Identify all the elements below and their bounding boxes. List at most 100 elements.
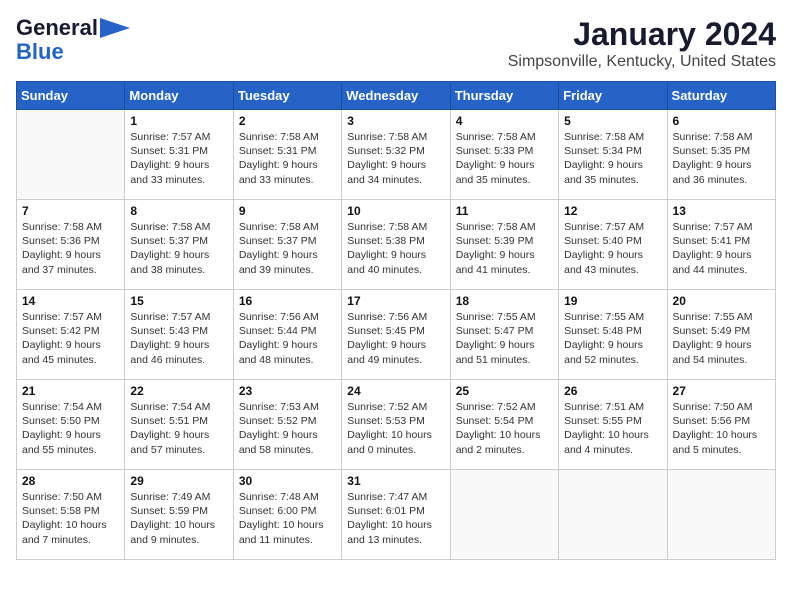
month-title: January 2024 xyxy=(508,16,776,53)
day-info: Sunrise: 7:58 AMSunset: 5:33 PMDaylight:… xyxy=(456,130,553,187)
calendar-cell: 23 Sunrise: 7:53 AMSunset: 5:52 PMDayligh… xyxy=(233,380,341,470)
calendar-cell xyxy=(450,470,558,560)
day-info: Sunrise: 7:58 AMSunset: 5:37 PMDaylight:… xyxy=(130,220,227,277)
day-number: 12 xyxy=(564,204,661,218)
day-info: Sunrise: 7:54 AMSunset: 5:50 PMDaylight:… xyxy=(22,400,119,457)
day-number: 24 xyxy=(347,384,444,398)
calendar-cell: 21 Sunrise: 7:54 AMSunset: 5:50 PMDayligh… xyxy=(17,380,125,470)
day-number: 22 xyxy=(130,384,227,398)
day-number: 29 xyxy=(130,474,227,488)
day-info: Sunrise: 7:58 AMSunset: 5:32 PMDaylight:… xyxy=(347,130,444,187)
day-info: Sunrise: 7:57 AMSunset: 5:42 PMDaylight:… xyxy=(22,310,119,367)
weekday-header-friday: Friday xyxy=(559,82,667,110)
calendar-week-5: 28Sunrise: 7:50 AMSunset: 5:58 PMDayligh… xyxy=(17,470,776,560)
day-info: Sunrise: 7:57 AMSunset: 5:43 PMDaylight:… xyxy=(130,310,227,367)
calendar-cell xyxy=(667,470,775,560)
day-info: Sunrise: 7:58 AMSunset: 5:37 PMDaylight:… xyxy=(239,220,336,277)
day-info: Sunrise: 7:51 AMSunset: 5:55 PMDaylight:… xyxy=(564,400,661,457)
day-info: Sunrise: 7:58 AMSunset: 5:34 PMDaylight:… xyxy=(564,130,661,187)
calendar-cell: 14 Sunrise: 7:57 AMSunset: 5:42 PMDayligh… xyxy=(17,290,125,380)
calendar-week-2: 7Sunrise: 7:58 AMSunset: 5:36 PMDaylight… xyxy=(17,200,776,290)
day-number: 2 xyxy=(239,114,336,128)
calendar-cell: 9 Sunrise: 7:58 AMSunset: 5:37 PMDaylight… xyxy=(233,200,341,290)
calendar-cell: 28Sunrise: 7:50 AMSunset: 5:58 PMDayligh… xyxy=(17,470,125,560)
calendar-cell: 16Sunrise: 7:56 AMSunset: 5:44 PMDayligh… xyxy=(233,290,341,380)
day-info: Sunrise: 7:55 AMSunset: 5:48 PMDaylight:… xyxy=(564,310,661,367)
day-info: Sunrise: 7:49 AMSunset: 5:59 PMDaylight:… xyxy=(130,490,227,547)
calendar-cell xyxy=(17,110,125,200)
day-info: Sunrise: 7:52 AMSunset: 5:54 PMDaylight:… xyxy=(456,400,553,457)
calendar-cell: 1 Sunrise: 7:57 AMSunset: 5:31 PMDaylight… xyxy=(125,110,233,200)
day-info: Sunrise: 7:56 AMSunset: 5:45 PMDaylight:… xyxy=(347,310,444,367)
day-number: 6 xyxy=(673,114,770,128)
calendar-cell xyxy=(559,470,667,560)
logo-blue-text: Blue xyxy=(16,40,64,64)
day-info: Sunrise: 7:53 AMSunset: 5:52 PMDaylight:… xyxy=(239,400,336,457)
day-number: 23 xyxy=(239,384,336,398)
title-area: January 2024 Simpsonville, Kentucky, Uni… xyxy=(508,16,776,71)
day-number: 13 xyxy=(673,204,770,218)
day-number: 11 xyxy=(456,204,553,218)
calendar-cell: 15 Sunrise: 7:57 AMSunset: 5:43 PMDayligh… xyxy=(125,290,233,380)
calendar-cell: 20 Sunrise: 7:55 AMSunset: 5:49 PMDayligh… xyxy=(667,290,775,380)
day-number: 25 xyxy=(456,384,553,398)
calendar-cell: 7Sunrise: 7:58 AMSunset: 5:36 PMDaylight… xyxy=(17,200,125,290)
day-number: 9 xyxy=(239,204,336,218)
day-info: Sunrise: 7:58 AMSunset: 5:36 PMDaylight:… xyxy=(22,220,119,277)
calendar-cell: 12 Sunrise: 7:57 AMSunset: 5:40 PMDayligh… xyxy=(559,200,667,290)
calendar-cell: 22 Sunrise: 7:54 AMSunset: 5:51 PMDayligh… xyxy=(125,380,233,470)
weekday-header-sunday: Sunday xyxy=(17,82,125,110)
calendar-cell: 18Sunrise: 7:55 AMSunset: 5:47 PMDayligh… xyxy=(450,290,558,380)
day-number: 19 xyxy=(564,294,661,308)
calendar-cell: 29 Sunrise: 7:49 AMSunset: 5:59 PMDayligh… xyxy=(125,470,233,560)
day-number: 26 xyxy=(564,384,661,398)
calendar-cell: 24 Sunrise: 7:52 AMSunset: 5:53 PMDayligh… xyxy=(342,380,450,470)
day-number: 15 xyxy=(130,294,227,308)
day-number: 14 xyxy=(22,294,119,308)
location-title: Simpsonville, Kentucky, United States xyxy=(508,53,776,71)
day-info: Sunrise: 7:56 AMSunset: 5:44 PMDaylight:… xyxy=(239,310,336,367)
calendar-week-1: 1 Sunrise: 7:57 AMSunset: 5:31 PMDaylight… xyxy=(17,110,776,200)
day-number: 18 xyxy=(456,294,553,308)
day-info: Sunrise: 7:57 AMSunset: 5:31 PMDaylight:… xyxy=(130,130,227,187)
day-number: 27 xyxy=(673,384,770,398)
day-info: Sunrise: 7:55 AMSunset: 5:49 PMDaylight:… xyxy=(673,310,770,367)
day-info: Sunrise: 7:58 AMSunset: 5:39 PMDaylight:… xyxy=(456,220,553,277)
calendar-cell: 11 Sunrise: 7:58 AMSunset: 5:39 PMDayligh… xyxy=(450,200,558,290)
day-number: 4 xyxy=(456,114,553,128)
calendar-cell: 2 Sunrise: 7:58 AMSunset: 5:31 PMDaylight… xyxy=(233,110,341,200)
day-info: Sunrise: 7:54 AMSunset: 5:51 PMDaylight:… xyxy=(130,400,227,457)
day-number: 3 xyxy=(347,114,444,128)
weekday-header-tuesday: Tuesday xyxy=(233,82,341,110)
calendar-cell: 13 Sunrise: 7:57 AMSunset: 5:41 PMDayligh… xyxy=(667,200,775,290)
day-number: 30 xyxy=(239,474,336,488)
calendar-cell: 10Sunrise: 7:58 AMSunset: 5:38 PMDayligh… xyxy=(342,200,450,290)
weekday-header-wednesday: Wednesday xyxy=(342,82,450,110)
weekday-header-thursday: Thursday xyxy=(450,82,558,110)
page-header: General Blue January 2024 Simpsonville, … xyxy=(16,16,776,71)
day-info: Sunrise: 7:58 AMSunset: 5:31 PMDaylight:… xyxy=(239,130,336,187)
day-number: 1 xyxy=(130,114,227,128)
day-info: Sunrise: 7:52 AMSunset: 5:53 PMDaylight:… xyxy=(347,400,444,457)
day-number: 5 xyxy=(564,114,661,128)
day-number: 17 xyxy=(347,294,444,308)
logo: General Blue xyxy=(16,16,130,64)
calendar-body: 1 Sunrise: 7:57 AMSunset: 5:31 PMDaylight… xyxy=(17,110,776,560)
day-info: Sunrise: 7:48 AMSunset: 6:00 PMDaylight:… xyxy=(239,490,336,547)
day-info: Sunrise: 7:47 AMSunset: 6:01 PMDaylight:… xyxy=(347,490,444,547)
calendar-cell: 3 Sunrise: 7:58 AMSunset: 5:32 PMDaylight… xyxy=(342,110,450,200)
day-info: Sunrise: 7:50 AMSunset: 5:56 PMDaylight:… xyxy=(673,400,770,457)
day-number: 28 xyxy=(22,474,119,488)
calendar-header-row: SundayMondayTuesdayWednesdayThursdayFrid… xyxy=(17,82,776,110)
calendar-cell: 27 Sunrise: 7:50 AMSunset: 5:56 PMDayligh… xyxy=(667,380,775,470)
day-number: 20 xyxy=(673,294,770,308)
weekday-header-monday: Monday xyxy=(125,82,233,110)
day-info: Sunrise: 7:57 AMSunset: 5:41 PMDaylight:… xyxy=(673,220,770,277)
calendar-table: SundayMondayTuesdayWednesdayThursdayFrid… xyxy=(16,81,776,560)
day-number: 21 xyxy=(22,384,119,398)
calendar-cell: 5 Sunrise: 7:58 AMSunset: 5:34 PMDaylight… xyxy=(559,110,667,200)
calendar-week-4: 21 Sunrise: 7:54 AMSunset: 5:50 PMDayligh… xyxy=(17,380,776,470)
day-info: Sunrise: 7:57 AMSunset: 5:40 PMDaylight:… xyxy=(564,220,661,277)
calendar-week-3: 14 Sunrise: 7:57 AMSunset: 5:42 PMDayligh… xyxy=(17,290,776,380)
calendar-cell: 30 Sunrise: 7:48 AMSunset: 6:00 PMDayligh… xyxy=(233,470,341,560)
